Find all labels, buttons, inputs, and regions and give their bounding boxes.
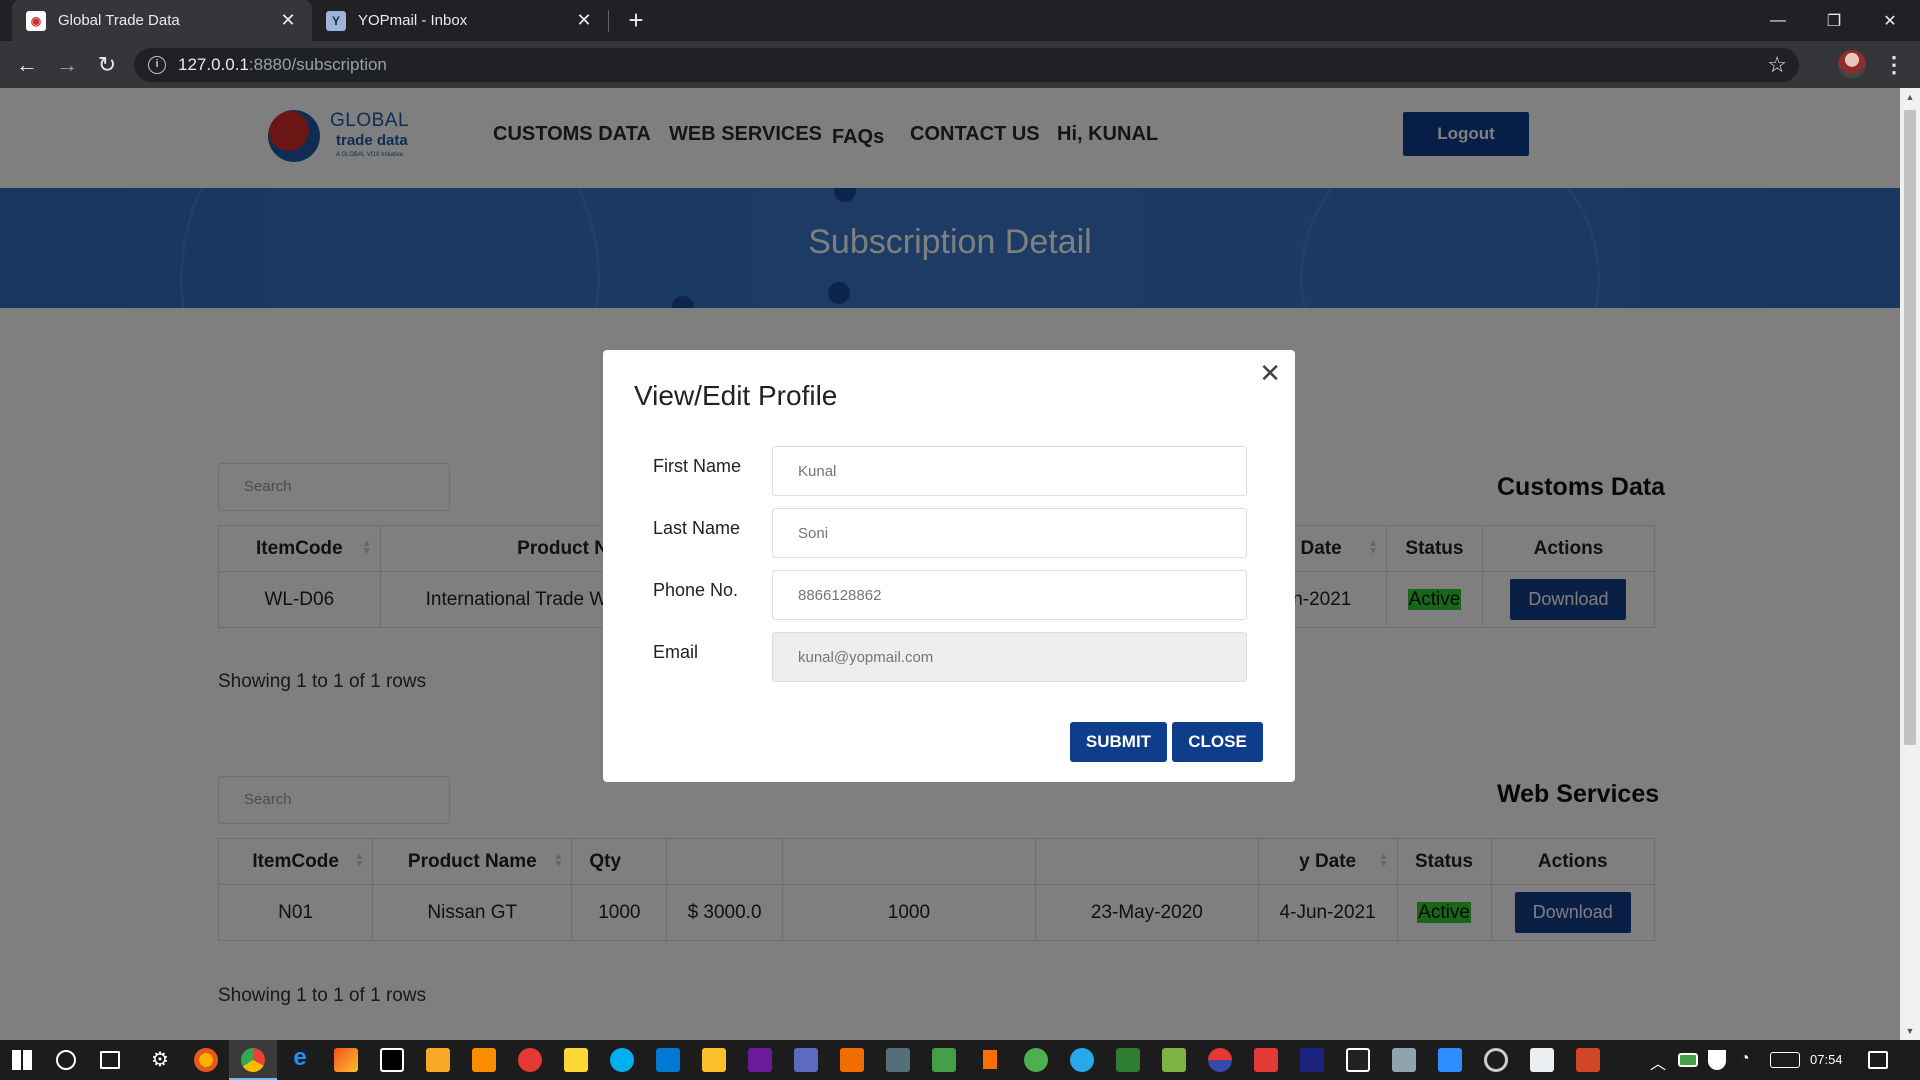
profile-modal: ✕ View/Edit Profile First Name Last Name… — [603, 350, 1295, 782]
sublime-icon[interactable] — [426, 1048, 450, 1072]
address-bar[interactable]: i 127.0.0.1:8880/subscription ☆ — [134, 48, 1799, 82]
skype-icon[interactable] — [610, 1048, 634, 1072]
submit-button[interactable]: SUBMIT — [1070, 722, 1167, 762]
tab-global-trade-data[interactable]: ◉ Global Trade Data ✕ — [12, 0, 312, 41]
vlc-icon[interactable] — [978, 1048, 1002, 1072]
shield-icon[interactable] — [1708, 1050, 1726, 1070]
app-icon[interactable] — [932, 1048, 956, 1072]
restore-button[interactable]: ❐ — [1806, 0, 1862, 41]
app-icon[interactable] — [1346, 1048, 1370, 1072]
gtd-globe-icon: ◉ — [26, 10, 46, 31]
url-path: :8880/subscription — [248, 55, 387, 74]
email-field — [772, 632, 1247, 682]
page-scrollbar[interactable]: ▲ ▼ — [1900, 88, 1920, 1040]
file-explorer-icon[interactable] — [702, 1048, 726, 1072]
telegram-icon[interactable] — [1070, 1048, 1094, 1072]
scrollbar-thumb[interactable] — [1904, 110, 1916, 745]
tab-title: Global Trade Data — [58, 12, 180, 29]
ide-icon[interactable] — [748, 1048, 772, 1072]
phone-field[interactable] — [772, 570, 1247, 620]
new-tab-button[interactable]: + — [622, 6, 650, 34]
browser-menu-icon[interactable]: ⋮ — [1880, 50, 1908, 80]
task-view-icon[interactable] — [100, 1051, 120, 1069]
app-icon[interactable] — [334, 1048, 358, 1072]
search-icon[interactable] — [56, 1050, 76, 1070]
close-button[interactable]: CLOSE — [1172, 722, 1263, 762]
windows-start-icon[interactable] — [12, 1050, 32, 1070]
first-name-row: First Name — [653, 446, 1247, 496]
close-icon[interactable]: ✕ — [278, 10, 298, 31]
minimize-button[interactable]: — — [1750, 0, 1806, 41]
app-icon[interactable] — [1024, 1048, 1048, 1072]
page-viewport: GLOBAL trade data A GLOBAL VOX Initiativ… — [0, 88, 1900, 1040]
clock-time[interactable]: 07:54 — [1810, 1052, 1843, 1067]
profile-avatar[interactable] — [1838, 50, 1866, 78]
last-name-label: Last Name — [653, 518, 741, 538]
email-label: Email — [653, 642, 699, 662]
tab-yopmail[interactable]: Y YOPmail - Inbox ✕ — [312, 0, 608, 41]
keyboard-icon[interactable] — [1770, 1052, 1800, 1068]
modal-title: View/Edit Profile — [634, 380, 838, 411]
app-icon[interactable] — [1484, 1048, 1508, 1072]
app-icon[interactable] — [1208, 1048, 1232, 1072]
site-info-icon[interactable]: i — [148, 56, 166, 74]
sticky-notes-icon[interactable] — [564, 1048, 588, 1072]
windows-taskbar: ⚙ e ︿ ◔ 07:54 — [0, 1040, 1920, 1080]
app-icon[interactable] — [1300, 1048, 1324, 1072]
scroll-up-arrow-icon[interactable]: ▲ — [1900, 92, 1920, 102]
phone-label: Phone No. — [653, 580, 739, 600]
zoom-icon[interactable] — [1438, 1048, 1462, 1072]
powerpoint-icon[interactable] — [1576, 1048, 1600, 1072]
app-icon[interactable] — [1530, 1048, 1554, 1072]
app-icon[interactable] — [886, 1048, 910, 1072]
window-close-button[interactable]: ✕ — [1862, 0, 1918, 41]
close-icon[interactable]: ✕ — [574, 10, 594, 31]
first-name-field[interactable] — [772, 446, 1247, 496]
app-icon[interactable] — [1162, 1048, 1186, 1072]
tray-chevron-icon[interactable]: ︿ — [1650, 1050, 1666, 1074]
firefox-icon[interactable] — [194, 1048, 218, 1072]
chrome-icon[interactable] — [241, 1048, 265, 1072]
terminal-icon[interactable] — [380, 1048, 404, 1072]
outlook-icon[interactable] — [656, 1048, 680, 1072]
email-row: Email — [653, 632, 1247, 682]
battery-icon[interactable] — [1678, 1053, 1698, 1067]
yopmail-icon: Y — [326, 10, 346, 31]
forward-button[interactable]: → — [51, 49, 83, 81]
first-name-label: First Name — [653, 456, 742, 476]
reload-button[interactable]: ↻ — [91, 49, 123, 81]
last-name-row: Last Name — [653, 508, 1247, 558]
app-icon[interactable] — [840, 1048, 864, 1072]
wifi-icon[interactable]: ◔ — [1740, 1050, 1750, 1068]
settings-gear-icon[interactable]: ⚙ — [148, 1047, 172, 1071]
teams-icon[interactable] — [794, 1048, 818, 1072]
tab-title: YOPmail - Inbox — [358, 12, 468, 29]
browser-tab-bar: ◉ Global Trade Data ✕ Y YOPmail - Inbox … — [0, 0, 1920, 41]
last-name-field[interactable] — [772, 508, 1247, 558]
app-icon[interactable] — [518, 1048, 542, 1072]
notifications-icon[interactable] — [1868, 1051, 1888, 1069]
bookmark-star-icon[interactable]: ☆ — [1767, 52, 1787, 78]
edge-icon[interactable]: e — [288, 1044, 312, 1071]
app-icon[interactable] — [1392, 1048, 1416, 1072]
app-icon[interactable] — [1116, 1048, 1140, 1072]
tab-separator — [608, 10, 609, 32]
anydesk-icon[interactable] — [1254, 1048, 1278, 1072]
close-icon[interactable]: ✕ — [1259, 358, 1281, 389]
url-host: 127.0.0.1 — [178, 55, 249, 74]
xampp-icon[interactable] — [472, 1048, 496, 1072]
back-button[interactable]: ← — [11, 49, 43, 81]
phone-row: Phone No. — [653, 570, 1247, 620]
browser-toolbar: ← → ↻ i 127.0.0.1:8880/subscription ☆ ⋮ — [0, 41, 1920, 88]
scroll-down-arrow-icon[interactable]: ▼ — [1900, 1026, 1920, 1036]
